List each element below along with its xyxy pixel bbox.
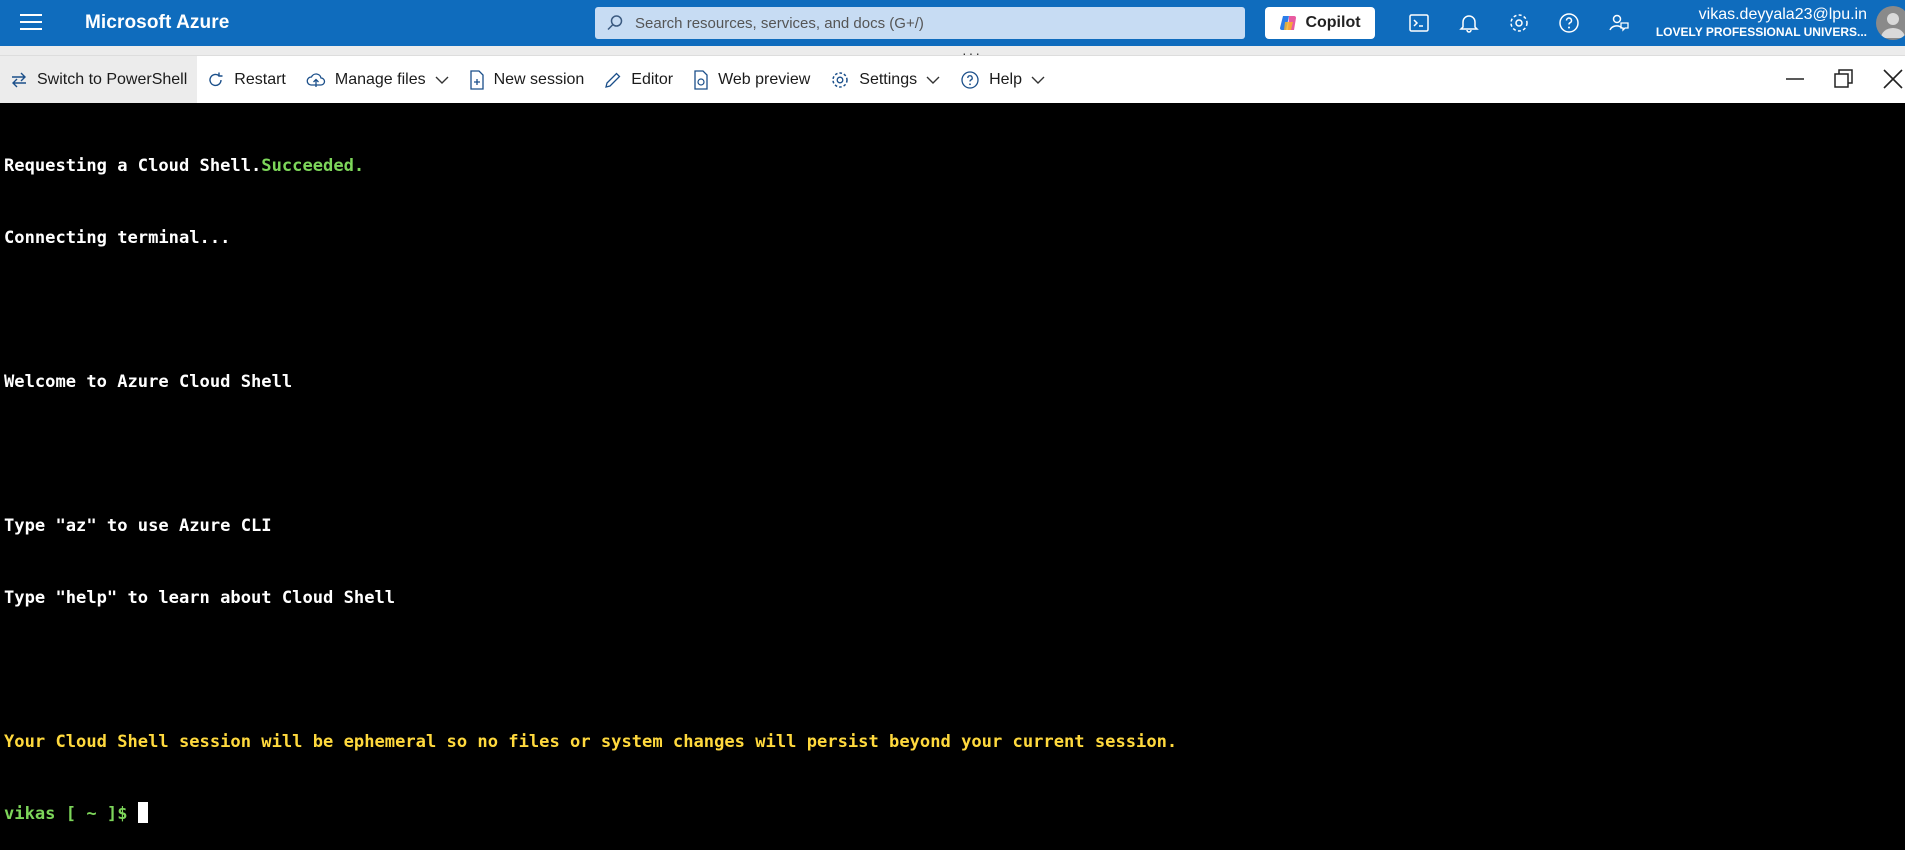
chevron-down-icon — [435, 76, 449, 84]
new-session-button[interactable]: New session — [459, 56, 595, 103]
manage-files-dropdown[interactable]: Manage files — [296, 56, 459, 103]
terminal-line: Requesting a Cloud Shell.Succeeded. — [4, 154, 1905, 178]
feedback-icon[interactable] — [1607, 11, 1631, 35]
notifications-bell-icon[interactable] — [1457, 11, 1481, 35]
new-document-icon — [469, 69, 484, 90]
chevron-down-icon — [926, 76, 940, 84]
close-icon[interactable] — [1882, 68, 1904, 90]
cloud-upload-icon — [306, 72, 326, 87]
help-label: Help — [989, 70, 1022, 88]
prompt-user: vikas — [4, 804, 56, 824]
brand-title[interactable]: Microsoft Azure — [85, 12, 229, 34]
web-preview-label: Web preview — [718, 70, 811, 88]
terminal-output[interactable]: Requesting a Cloud Shell.Succeeded. Conn… — [0, 103, 1905, 824]
chevron-down-icon — [1031, 76, 1045, 84]
copilot-label: Copilot — [1305, 14, 1361, 31]
copilot-button[interactable]: Copilot — [1265, 7, 1375, 39]
web-preview-icon — [694, 69, 708, 90]
switch-to-powershell-button[interactable]: Switch to PowerShell — [0, 56, 198, 103]
user-email: vikas.deyyala23@lpu.in — [1698, 6, 1867, 23]
global-search[interactable] — [595, 7, 1245, 39]
search-icon — [607, 15, 623, 31]
gear-icon — [832, 71, 849, 88]
terminal-line: Type "help" to learn about Cloud Shell — [4, 588, 396, 608]
restore-window-icon[interactable] — [1833, 68, 1855, 90]
web-preview-button[interactable]: Web preview — [683, 56, 820, 103]
terminal-ephemeral-warning: Your Cloud Shell session will be ephemer… — [4, 732, 1178, 752]
panel-resize-strip[interactable] — [0, 46, 1905, 55]
terminal-line: Type "az" to use Azure CLI — [4, 516, 272, 536]
pencil-icon — [605, 72, 621, 88]
cloud-shell-icon[interactable] — [1407, 11, 1431, 35]
azure-top-bar: Microsoft Azure Copilot — [0, 0, 1905, 46]
account-info[interactable]: vikas.deyyala23@lpu.in LOVELY PROFESSION… — [1656, 6, 1867, 40]
menu-icon[interactable] — [20, 14, 42, 32]
switch-to-powershell-label: Switch to PowerShell — [37, 70, 188, 88]
manage-files-label: Manage files — [334, 70, 426, 88]
terminal-succeeded-text: Succeeded. — [261, 156, 365, 176]
restart-label: Restart — [234, 70, 286, 88]
switch-arrows-icon — [12, 72, 26, 87]
drag-handle-icon[interactable]: ··· — [962, 45, 982, 61]
settings-dropdown[interactable]: Settings — [820, 56, 950, 103]
restart-button[interactable]: Restart — [197, 56, 296, 103]
prompt-path: [ ~ ]$ — [55, 804, 128, 824]
cloud-shell-toolbar: Switch to PowerShell Restart Manage file… — [0, 55, 1905, 103]
user-organization: LOVELY PROFESSIONAL UNIVERS... — [1655, 25, 1867, 39]
settings-gear-icon[interactable] — [1507, 11, 1531, 35]
settings-label: Settings — [859, 70, 918, 88]
editor-button[interactable]: Editor — [594, 56, 683, 103]
terminal-request-text: Requesting a Cloud Shell. — [4, 156, 262, 176]
user-avatar-icon — [1881, 13, 1905, 38]
restart-icon — [209, 72, 223, 86]
new-session-label: New session — [493, 70, 585, 88]
terminal-cursor — [137, 802, 148, 823]
avatar[interactable] — [1876, 6, 1905, 40]
editor-label: Editor — [631, 70, 674, 88]
help-icon[interactable] — [1557, 11, 1581, 35]
search-input[interactable] — [633, 13, 1245, 33]
help-dropdown[interactable]: Help — [950, 56, 1055, 103]
copilot-icon — [1280, 16, 1297, 30]
terminal-prompt-line[interactable]: vikas [ ~ ]$ — [4, 802, 1905, 826]
minimize-icon[interactable] — [1784, 68, 1806, 90]
terminal-line: Welcome to Azure Cloud Shell — [4, 372, 293, 392]
terminal-line: Connecting terminal... — [4, 228, 231, 248]
help-circle-icon — [961, 70, 979, 89]
